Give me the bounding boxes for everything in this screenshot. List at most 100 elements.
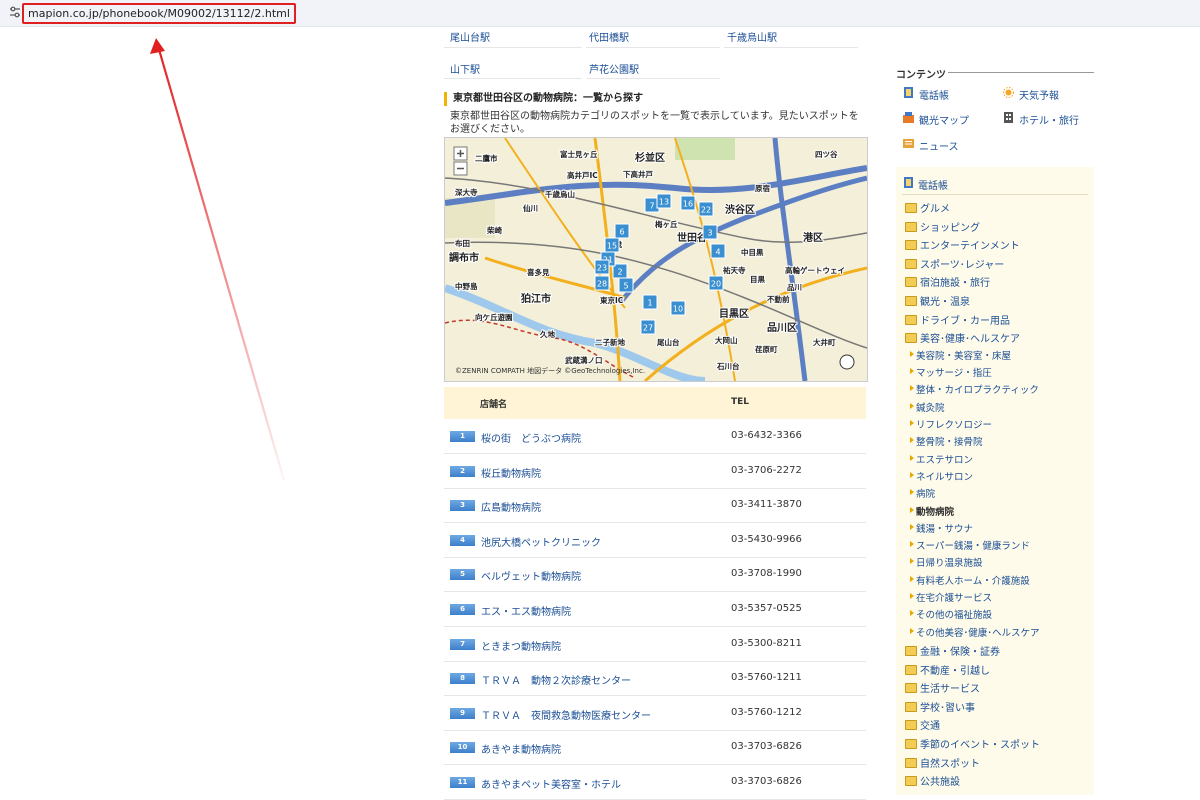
contents-title: コンテンツ	[896, 70, 946, 81]
subcategory-link[interactable]: マッサージ・指圧	[916, 365, 992, 379]
bullet-icon	[910, 489, 914, 496]
category-link[interactable]: 学校･習い事	[920, 699, 975, 714]
subcategory-link[interactable]: スーパー銭湯・健康ランド	[916, 538, 1030, 552]
hotel-icon	[1004, 112, 1013, 123]
shop-name-link[interactable]: 広島動物病院	[481, 499, 541, 514]
subcategory-link[interactable]: 有料老人ホーム・介護施設	[916, 573, 1030, 587]
svg-text:1: 1	[647, 299, 652, 308]
subcategory-link[interactable]: 病院	[916, 486, 935, 500]
category-link[interactable]: 生活サービス	[920, 680, 980, 695]
subcategory-link[interactable]: 日帰り温泉施設	[916, 555, 983, 569]
map-canvas[interactable]: 二鷹市 富士見ヶ丘 杉並区 四ツ谷高井戸IC 深大寺 千歳烏山 下高井戸原宿仙川梅ヶ丘 渋谷区…	[445, 138, 867, 381]
map[interactable]: 二鷹市 富士見ヶ丘 杉並区 四ツ谷 高井戸IC 深大寺 千歳烏山 下高井戸 原宿 仙川 梅ヶ丘 渋谷区…	[444, 137, 868, 382]
map-label: 石川台	[716, 361, 740, 371]
shop-name-link[interactable]: あきやま動物病院	[481, 741, 561, 756]
map-marker[interactable]: 6	[614, 223, 630, 239]
station-link[interactable]: 代田橋駅	[589, 29, 629, 44]
map-marker[interactable]: 27	[640, 319, 656, 335]
station-link[interactable]: 千歳烏山駅	[727, 29, 777, 44]
bullet-icon	[910, 610, 914, 617]
category-link[interactable]: 宿泊施設・旅行	[920, 274, 990, 289]
subcategory-link[interactable]: 銭湯・サウナ	[916, 521, 973, 535]
station-link[interactable]: 芦花公園駅	[589, 61, 639, 76]
subcategory-link[interactable]: 在宅介護サービス	[916, 590, 992, 604]
compass-icon	[839, 354, 855, 370]
category-link[interactable]: 自然スポット	[920, 755, 980, 770]
category-link[interactable]: 不動産・引越し	[920, 662, 990, 677]
contents-link-sightseeing[interactable]: 観光マップ	[919, 112, 969, 127]
category-link[interactable]: 交通	[920, 717, 940, 732]
shop-name-link[interactable]: ベルヴェット動物病院	[481, 568, 581, 583]
shop-name-link[interactable]: ＴＲＶＡ 動物２次診療センター	[481, 672, 631, 687]
map-label: 尾山台	[656, 337, 680, 347]
contents-link-news[interactable]: ニュース	[919, 138, 959, 153]
category-link[interactable]: 観光・温泉	[920, 293, 970, 308]
category-link[interactable]: ドライブ・カー用品	[920, 312, 1010, 327]
map-marker[interactable]: 28	[594, 275, 610, 291]
map-copyright: ©ZENRIN COMPATH 地図データ ©GeoTechnologies,I…	[455, 367, 646, 375]
category-link[interactable]: 金融・保険・証券	[920, 643, 1000, 658]
subcategory-link[interactable]: エステサロン	[916, 452, 973, 466]
station-link[interactable]: 尾山台駅	[450, 29, 490, 44]
category-link[interactable]: スポーツ･レジャー	[920, 256, 1004, 271]
map-label: 品川	[787, 283, 802, 292]
map-marker[interactable]: 4	[710, 243, 726, 259]
map-marker[interactable]: 3	[702, 224, 718, 240]
svg-text:13: 13	[659, 198, 669, 207]
map-label: 東京IC	[600, 295, 624, 305]
table-row: 4 池尻大橋ペットクリニック 03-5430-9966	[444, 523, 866, 558]
subcategory-link[interactable]: リフレクソロジー	[916, 417, 992, 431]
row-number-badge: 8	[450, 673, 475, 685]
shop-name-link[interactable]: エス・エス動物病院	[481, 603, 571, 618]
subcategory-link[interactable]: 整骨院・接骨院	[916, 434, 983, 448]
shop-name-link[interactable]: 池尻大橋ペットクリニック	[481, 534, 601, 549]
sun-icon	[1003, 87, 1014, 98]
url-field[interactable]: mapion.co.jp/phonebook/M09002/13112/2.ht…	[22, 3, 296, 24]
shop-name-link[interactable]: あきやまペット美容室・ホテル	[481, 776, 621, 791]
map-marker[interactable]: 20	[708, 275, 724, 291]
map-label: 祐天寺	[723, 265, 746, 275]
shop-name-link[interactable]: ＴＲＶＡ 夜間救急動物医療センター	[481, 707, 651, 722]
map-label: 梅ヶ丘	[655, 219, 678, 229]
map-label: 中目黒	[741, 247, 764, 257]
folder-icon	[905, 701, 917, 712]
map-marker[interactable]: 1	[642, 294, 658, 310]
map-marker[interactable]: 23	[594, 259, 610, 275]
subcategory-link[interactable]: 整体・カイロプラクティック	[916, 382, 1039, 396]
table-row: 5 ベルヴェット動物病院 03-3708-1990	[444, 557, 866, 593]
map-marker[interactable]: 22	[698, 201, 714, 217]
divider	[902, 194, 1088, 195]
station-link[interactable]: 山下駅	[450, 61, 480, 76]
bullet-icon	[910, 558, 914, 565]
row-number-badge: 2	[450, 465, 475, 477]
map-marker[interactable]: 15	[604, 237, 620, 253]
map-label: 仙川	[523, 203, 538, 213]
map-marker[interactable]: 13	[656, 193, 672, 209]
map-marker[interactable]: 10	[670, 300, 686, 316]
map-marker[interactable]: 5	[618, 277, 634, 293]
subcategory-link[interactable]: その他の福祉施設	[916, 607, 992, 621]
category-title[interactable]: 電話帳	[918, 177, 948, 192]
subcategory-link[interactable]: ネイルサロン	[916, 469, 973, 483]
subcategory-link[interactable]: 美容院・美容室・床屋	[916, 348, 1011, 362]
shop-name-link[interactable]: ときまつ動物病院	[481, 638, 561, 653]
category-link[interactable]: ショッピング	[920, 219, 980, 234]
site-settings-icon[interactable]	[9, 6, 21, 18]
contents-link-phonebook[interactable]: 電話帳	[919, 87, 949, 102]
row-number-badge: 5	[450, 569, 475, 581]
subcategory-link[interactable]: その他美容･健康･ヘルスケア	[916, 625, 1040, 639]
category-link[interactable]: 美容･健康･ヘルスケア	[920, 330, 1020, 345]
shop-name-link[interactable]: 桜丘動物病院	[481, 465, 541, 480]
category-link[interactable]: 季節のイベント・スポット	[920, 736, 1040, 751]
divider	[444, 47, 582, 48]
folder-icon	[905, 776, 917, 787]
map-marker[interactable]: 16	[680, 195, 696, 211]
contents-link-hotel[interactable]: ホテル・旅行	[1019, 112, 1079, 127]
category-link[interactable]: 公共施設	[920, 773, 960, 788]
subcategory-link[interactable]: 鍼灸院	[916, 400, 945, 414]
contents-link-weather[interactable]: 天気予報	[1019, 87, 1059, 102]
shop-name-link[interactable]: 桜の街 どうぶつ病院	[481, 430, 581, 445]
category-link[interactable]: グルメ	[920, 200, 950, 215]
map-label: 四ツ谷	[815, 149, 838, 159]
category-link[interactable]: エンターテインメント	[920, 237, 1020, 252]
